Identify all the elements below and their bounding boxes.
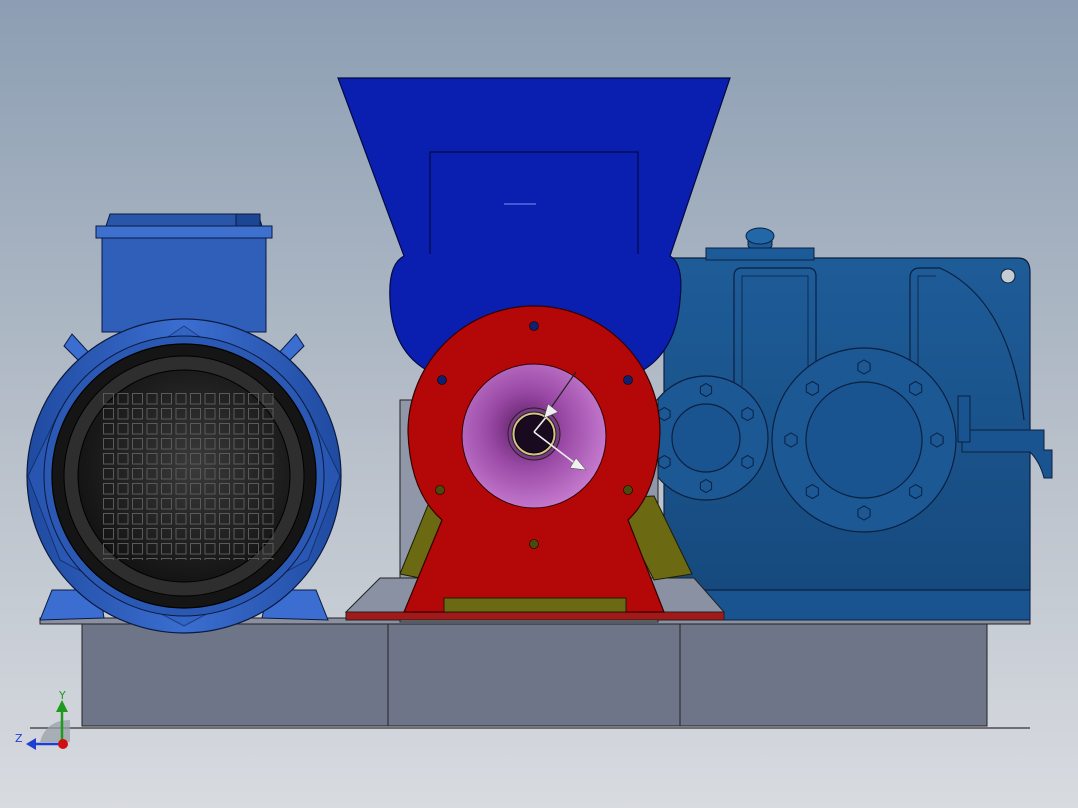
bolt-hole (529, 539, 539, 549)
base-frame[interactable] (30, 617, 1031, 729)
hex-bolt (741, 406, 754, 422)
bolt-hole (623, 485, 633, 495)
bolt-hole (437, 375, 447, 385)
triad-y-label: Y (58, 689, 66, 702)
hex-bolt (805, 484, 819, 500)
gear-reducer[interactable] (643, 227, 1053, 621)
bolt-hole (623, 375, 633, 385)
hex-bolt (699, 478, 713, 494)
hex-bolt (857, 359, 871, 375)
hex-bolt (909, 380, 923, 396)
hex-bolt (658, 454, 671, 470)
hex-bolt (658, 406, 671, 422)
cad-viewport[interactable]: Y Z (0, 0, 1078, 808)
fan-grille (102, 392, 276, 560)
bolt-hole (529, 321, 539, 331)
hex-bolt (741, 454, 754, 470)
bolt-hole (435, 485, 445, 495)
hex-bolt (857, 505, 871, 521)
hex-bolt (909, 484, 923, 500)
triad-z-label: Z (15, 732, 23, 745)
hex-bolt (784, 432, 798, 448)
hex-bolt (930, 432, 944, 448)
hex-bolt (699, 382, 713, 398)
hex-bolt (805, 380, 819, 396)
